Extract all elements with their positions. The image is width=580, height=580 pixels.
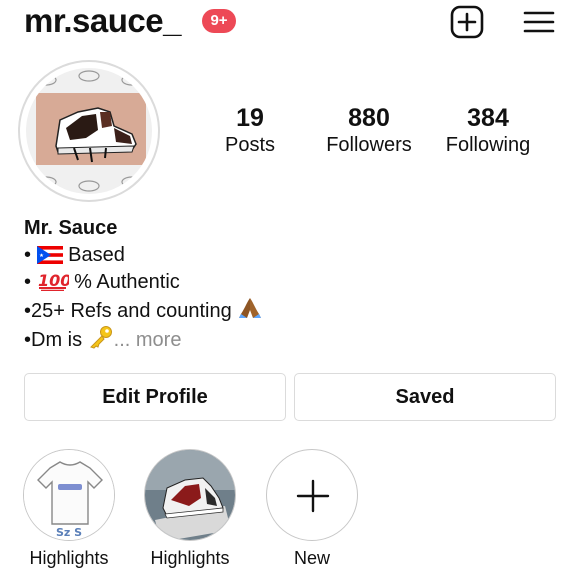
new-highlight-label: New [293, 548, 330, 568]
display-name: Mr. Sauce [24, 217, 118, 239]
new-highlight-button[interactable]: New [264, 449, 360, 569]
following-stat[interactable]: 384 Following [428, 104, 548, 158]
highlight-label: Highlights [29, 548, 109, 568]
profile-bio: Mr. Sauce • Based • 100 % Authentic •25+… [24, 215, 263, 354]
bio-line-4-text: •Dm is [24, 329, 83, 351]
edit-profile-button[interactable]: Edit Profile [24, 373, 286, 421]
notification-badge[interactable]: 9+ [202, 9, 236, 33]
bio-line-3: •25+ Refs and counting [24, 296, 263, 325]
hamburger-menu-icon [523, 11, 555, 33]
bio-line-4: •Dm is ... more [24, 325, 263, 354]
bio-line-2-text: % Authentic [74, 271, 180, 293]
saved-button[interactable]: Saved [294, 373, 556, 421]
puerto-rico-flag-icon [36, 246, 63, 264]
new-highlight-circle [266, 449, 358, 541]
profile-header: mr.sauce_ 9+ [0, 0, 580, 50]
plus-square-icon [450, 5, 484, 39]
highlight-shirt-text: Sz S [56, 526, 82, 539]
highlight-item[interactable]: Sz S Highlights [21, 449, 117, 569]
following-count: 384 [467, 104, 509, 132]
sneaker-photo-image [145, 450, 235, 540]
highlight-label: Highlights [150, 548, 230, 568]
menu-button[interactable] [522, 5, 556, 39]
following-label: Following [445, 134, 531, 156]
highlight-cover [144, 449, 236, 541]
username[interactable]: mr.sauce_ [24, 2, 181, 40]
followers-stat[interactable]: 880 Followers [309, 104, 429, 158]
profile-avatar-ring[interactable] [18, 60, 160, 202]
plus-icon [296, 479, 330, 513]
bio-line-1-text: Based [68, 244, 125, 266]
bio-line-1: • Based [24, 244, 125, 266]
bio-line-3-text: •25+ Refs and counting [24, 300, 232, 322]
highlight-item[interactable]: Highlights [142, 449, 238, 569]
key-icon [89, 326, 112, 349]
followers-count: 880 [348, 104, 390, 132]
new-post-button[interactable] [450, 5, 484, 39]
highlight-cover: Sz S [23, 449, 115, 541]
followers-label: Followers [326, 134, 412, 156]
folded-hands-icon [239, 298, 262, 318]
bio-line-2: • 100 % Authentic [24, 271, 180, 293]
posts-label: Posts [224, 134, 276, 156]
posts-stat[interactable]: 19 Posts [190, 104, 310, 158]
sneaker-artwork-image [26, 68, 152, 194]
avatar [26, 68, 152, 194]
bio-more-link[interactable]: ... more [114, 329, 182, 351]
tshirt-image: Sz S [24, 450, 114, 540]
posts-count: 19 [236, 104, 264, 132]
hundred-points-icon: 100 [38, 271, 69, 291]
